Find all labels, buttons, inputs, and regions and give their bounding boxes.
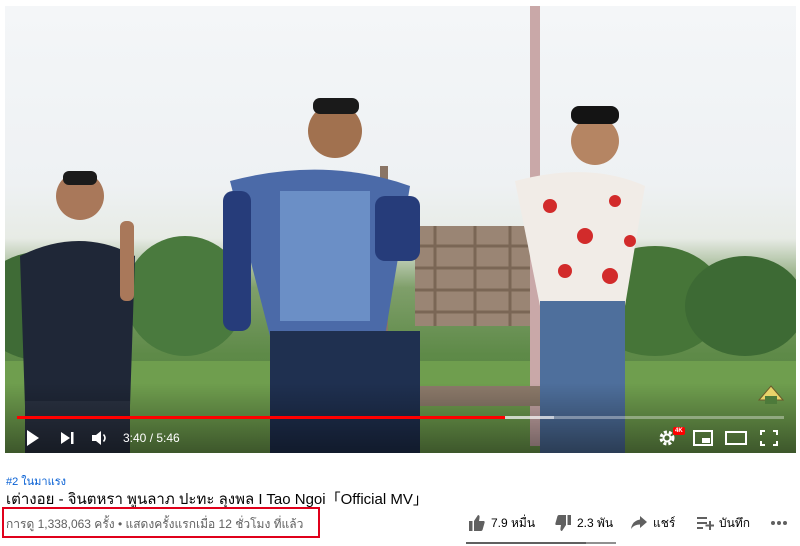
video-player[interactable]: 3:40 / 5:46 4K <box>5 6 796 453</box>
fullscreen-icon <box>760 430 778 446</box>
duration: 5:46 <box>156 431 180 445</box>
more-actions-button[interactable] <box>770 512 788 534</box>
like-count: 7.9 หมื่น <box>491 515 536 530</box>
current-time: 3:40 <box>123 431 147 445</box>
like-button[interactable]: 7.9 หมื่น <box>468 512 535 534</box>
fullscreen-button[interactable] <box>760 426 778 450</box>
volume-button[interactable] <box>91 426 109 450</box>
quality-badge: 4K <box>673 427 685 435</box>
share-label: แชร์ <box>653 515 676 530</box>
theater-mode-button[interactable] <box>725 426 747 450</box>
volume-icon <box>92 431 106 445</box>
theater-icon <box>725 431 747 445</box>
save-label: บันทึก <box>719 515 750 530</box>
sentiment-like-portion <box>466 542 586 544</box>
progress-played <box>17 416 505 419</box>
time-separator: / <box>146 431 157 445</box>
playlist-add-icon <box>697 517 714 530</box>
miniplayer-button[interactable] <box>693 426 713 450</box>
sentiment-bar <box>466 542 616 544</box>
play-icon <box>27 430 39 446</box>
dislike-button[interactable]: 2.3 พัน <box>554 512 613 534</box>
more-horizontal-icon <box>771 521 787 525</box>
dislike-count: 2.3 พัน <box>577 515 614 530</box>
time-display: 3:40 / 5:46 <box>123 431 180 445</box>
next-button[interactable] <box>59 426 75 450</box>
thumbs-down-icon <box>555 515 571 531</box>
thumbs-up-icon <box>469 515 485 531</box>
view-count-and-date: การดู 1,338,063 ครั้ง • แสดงครั้งแรกเมื่… <box>6 517 304 531</box>
progress-bar[interactable] <box>17 416 784 419</box>
miniplayer-icon <box>693 430 713 446</box>
play-button[interactable] <box>25 426 41 450</box>
share-button[interactable]: แชร์ <box>630 512 675 534</box>
save-button[interactable]: บันทึก <box>696 512 750 534</box>
share-icon <box>631 516 647 529</box>
skip-next-icon <box>61 432 74 444</box>
channel-watermark-icon[interactable] <box>757 382 785 408</box>
